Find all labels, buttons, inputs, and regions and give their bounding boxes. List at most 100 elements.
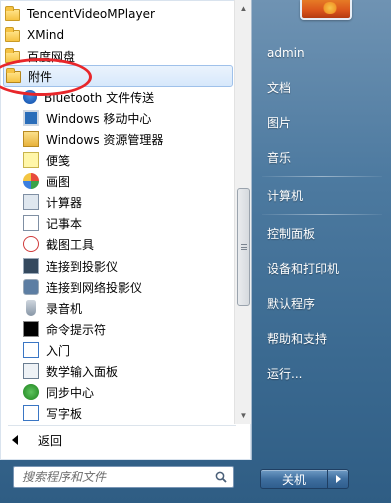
explorer-icon	[23, 131, 39, 147]
program-item-getting-started[interactable]: 入门	[3, 339, 233, 361]
programs-pane: TencentVideoMPlayer XMind 百度网盘 附件 Blueto…	[0, 0, 252, 460]
program-item-baidu-netdisk[interactable]: 百度网盘	[3, 45, 233, 67]
program-item-sticky-notes[interactable]: 便笺	[3, 149, 233, 171]
program-item-network-projector[interactable]: 连接到网络投影仪	[3, 276, 233, 298]
program-item-label: 数学输入面板	[46, 364, 119, 379]
right-item-help-support[interactable]: 帮助和支持	[260, 325, 385, 351]
program-item-label: 命令提示符	[46, 322, 107, 337]
program-list-scrollbar[interactable]: ▲ ▼	[234, 0, 251, 424]
bluetooth-icon	[23, 90, 37, 104]
right-item-label: 默认程序	[267, 296, 316, 311]
snipping-tool-icon	[23, 236, 39, 252]
right-item-run[interactable]: 运行...	[260, 360, 385, 386]
program-item-xmind[interactable]: XMind	[3, 24, 233, 46]
right-item-label: 运行...	[267, 366, 303, 381]
folder-icon	[5, 48, 20, 63]
right-item-label: admin	[267, 46, 305, 60]
scroll-down-arrow-icon[interactable]: ▼	[235, 407, 252, 424]
scroll-thumb[interactable]	[237, 188, 250, 306]
shutdown-button[interactable]: 关机	[260, 469, 327, 489]
right-divider	[262, 176, 382, 177]
chevron-right-icon	[335, 475, 341, 483]
shutdown-options-button[interactable]	[327, 469, 349, 489]
program-item-command-prompt[interactable]: 命令提示符	[3, 318, 233, 340]
search-box[interactable]	[13, 466, 234, 488]
grip-icon	[240, 244, 247, 250]
program-item-paint[interactable]: 画图	[3, 170, 233, 192]
program-item-label: 连接到投影仪	[46, 259, 119, 274]
program-item-label: 画图	[46, 174, 71, 189]
math-input-icon	[23, 363, 39, 379]
program-item-sound-recorder[interactable]: 录音机	[3, 297, 233, 319]
notepad-icon	[23, 215, 39, 231]
program-item-sync-center[interactable]: 同步中心	[3, 381, 233, 403]
microphone-icon	[26, 300, 36, 316]
scroll-up-arrow-icon[interactable]: ▲	[235, 0, 252, 17]
right-divider	[262, 214, 382, 215]
right-item-label: 控制面板	[267, 226, 316, 241]
program-item-label: 写字板	[46, 406, 83, 421]
projector-icon	[23, 258, 39, 274]
right-item-label: 音乐	[267, 150, 292, 165]
back-arrow-icon	[12, 435, 18, 445]
mobility-center-icon	[23, 110, 39, 126]
right-item-label: 文档	[267, 80, 292, 95]
right-item-computer[interactable]: 计算机	[260, 182, 385, 208]
search-icon[interactable]	[215, 471, 227, 483]
program-item-math-input[interactable]: 数学输入面板	[3, 360, 233, 382]
network-projector-icon	[23, 279, 39, 295]
program-item-label: 同步中心	[46, 385, 95, 400]
right-item-devices-printers[interactable]: 设备和打印机	[260, 255, 385, 281]
program-item-notepad[interactable]: 记事本	[3, 212, 233, 234]
program-item-accessories[interactable]: 附件	[3, 65, 233, 87]
program-item-label: 截图工具	[46, 237, 95, 252]
right-item-user[interactable]: admin	[260, 40, 385, 66]
right-item-label: 设备和打印机	[267, 261, 340, 276]
right-item-documents[interactable]: 文档	[260, 74, 385, 100]
right-item-control-panel[interactable]: 控制面板	[260, 220, 385, 246]
program-item-snipping-tool[interactable]: 截图工具	[3, 233, 233, 255]
getting-started-icon	[23, 342, 39, 358]
command-prompt-icon	[23, 321, 39, 337]
program-item-calculator[interactable]: 计算器	[3, 191, 233, 213]
wordpad-icon	[23, 405, 39, 421]
program-item-label: Windows 资源管理器	[46, 132, 164, 147]
right-item-pictures[interactable]: 图片	[260, 109, 385, 135]
program-item-tencentvideomplayer[interactable]: TencentVideoMPlayer	[3, 3, 233, 25]
search-input[interactable]	[22, 468, 212, 486]
flower-icon	[322, 2, 338, 14]
program-item-label: 便笺	[46, 153, 71, 168]
program-item-label: 入门	[46, 343, 71, 358]
back-button[interactable]: 返回	[4, 428, 234, 452]
program-item-explorer[interactable]: Windows 资源管理器	[3, 128, 233, 150]
program-item-label: 记事本	[46, 216, 83, 231]
program-item-mobility-center[interactable]: Windows 移动中心	[3, 107, 233, 129]
program-item-label: 附件	[28, 69, 53, 84]
shutdown-label: 关机	[281, 472, 306, 487]
program-item-label: Bluetooth 文件传送	[44, 90, 155, 105]
program-item-label: TencentVideoMPlayer	[27, 7, 155, 21]
program-list: TencentVideoMPlayer XMind 百度网盘 附件 Blueto…	[0, 0, 234, 424]
right-item-default-programs[interactable]: 默认程序	[260, 290, 385, 316]
program-item-label: XMind	[27, 28, 65, 42]
right-item-label: 计算机	[267, 188, 304, 203]
program-item-label: 计算器	[46, 195, 83, 210]
program-item-label: 连接到网络投影仪	[46, 280, 143, 295]
user-picture[interactable]	[300, 0, 352, 20]
program-item-label: 录音机	[46, 301, 83, 316]
sticky-notes-icon	[23, 152, 39, 168]
calculator-icon	[23, 194, 39, 210]
program-item-label: 百度网盘	[27, 49, 76, 64]
folder-open-icon	[6, 68, 21, 83]
right-item-music[interactable]: 音乐	[260, 144, 385, 170]
right-item-label: 帮助和支持	[267, 331, 328, 346]
program-item-wordpad[interactable]: 写字板	[3, 402, 233, 424]
start-menu: TencentVideoMPlayer XMind 百度网盘 附件 Blueto…	[0, 0, 391, 503]
sync-center-icon	[23, 384, 39, 400]
back-label: 返回	[38, 433, 63, 448]
program-item-bluetooth-transfer[interactable]: Bluetooth 文件传送	[3, 86, 233, 108]
program-item-connect-projector[interactable]: 连接到投影仪	[3, 255, 233, 277]
folder-icon	[5, 27, 20, 42]
back-divider	[8, 425, 236, 426]
folder-icon	[5, 6, 20, 21]
